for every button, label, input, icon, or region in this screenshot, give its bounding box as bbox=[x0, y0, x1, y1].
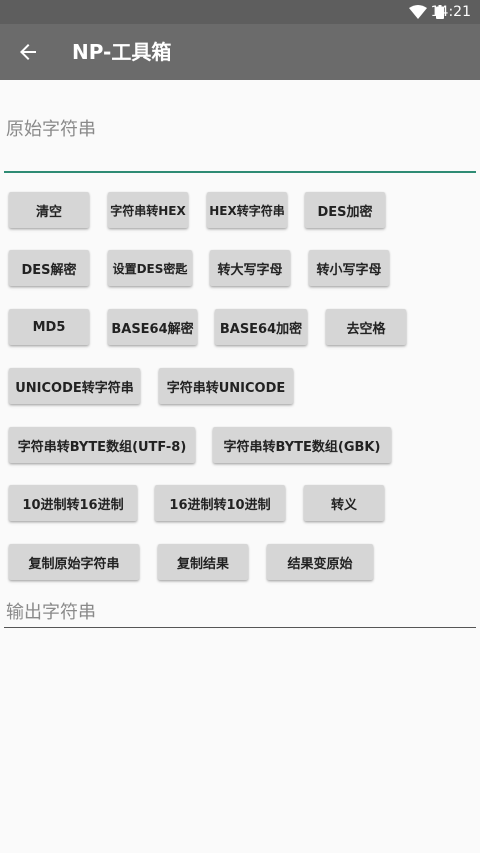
md5-button[interactable]: MD5 bbox=[9, 309, 89, 345]
set-des-key-button[interactable]: 设置DES密匙 bbox=[108, 250, 192, 286]
status-bar: 14:21 bbox=[0, 0, 480, 24]
to-uppercase-button[interactable]: 转大写字母 bbox=[210, 250, 290, 286]
hex-to-str-button[interactable]: HEX转字符串 bbox=[207, 192, 287, 228]
remove-spaces-button[interactable]: 去空格 bbox=[326, 309, 406, 345]
output-string-field[interactable]: 输出字符串 bbox=[0, 596, 480, 630]
base64-decode-button[interactable]: BASE64解密 bbox=[108, 309, 197, 345]
wifi-icon bbox=[409, 5, 427, 19]
copy-result-button[interactable]: 复制结果 bbox=[158, 544, 248, 580]
status-time: 14:21 bbox=[430, 4, 471, 20]
str-to-bytes-gbk-button[interactable]: 字符串转BYTE数组(GBK) bbox=[213, 427, 391, 463]
base64-encode-button[interactable]: BASE64加密 bbox=[215, 309, 307, 345]
str-to-unicode-button[interactable]: 字符串转UNICODE bbox=[159, 368, 293, 404]
output-string-placeholder: 输出字符串 bbox=[6, 602, 96, 623]
escape-button[interactable]: 转义 bbox=[304, 485, 384, 521]
hex-to-dec-button[interactable]: 16进制转10进制 bbox=[155, 485, 285, 521]
input-underline bbox=[4, 171, 476, 173]
arrow-left-icon[interactable] bbox=[16, 40, 40, 64]
unicode-to-str-button[interactable]: UNICODE转字符串 bbox=[9, 368, 140, 404]
original-string-input[interactable]: 原始字符串 bbox=[0, 110, 480, 176]
app-bar: NP-工具箱 bbox=[0, 24, 480, 80]
to-lowercase-button[interactable]: 转小写字母 bbox=[309, 250, 389, 286]
des-encrypt-button[interactable]: DES加密 bbox=[305, 192, 385, 228]
str-to-bytes-utf8-button[interactable]: 字符串转BYTE数组(UTF-8) bbox=[9, 427, 195, 463]
dec-to-hex-button[interactable]: 10进制转16进制 bbox=[9, 485, 137, 521]
result-to-original-button[interactable]: 结果变原始 bbox=[267, 544, 373, 580]
clear-button[interactable]: 清空 bbox=[9, 192, 89, 228]
page-title: NP-工具箱 bbox=[72, 40, 172, 64]
output-underline bbox=[4, 627, 476, 628]
copy-original-button[interactable]: 复制原始字符串 bbox=[9, 544, 139, 580]
str-to-hex-button[interactable]: 字符串转HEX bbox=[108, 192, 188, 228]
original-string-placeholder: 原始字符串 bbox=[6, 119, 96, 140]
des-decrypt-button[interactable]: DES解密 bbox=[9, 250, 89, 286]
